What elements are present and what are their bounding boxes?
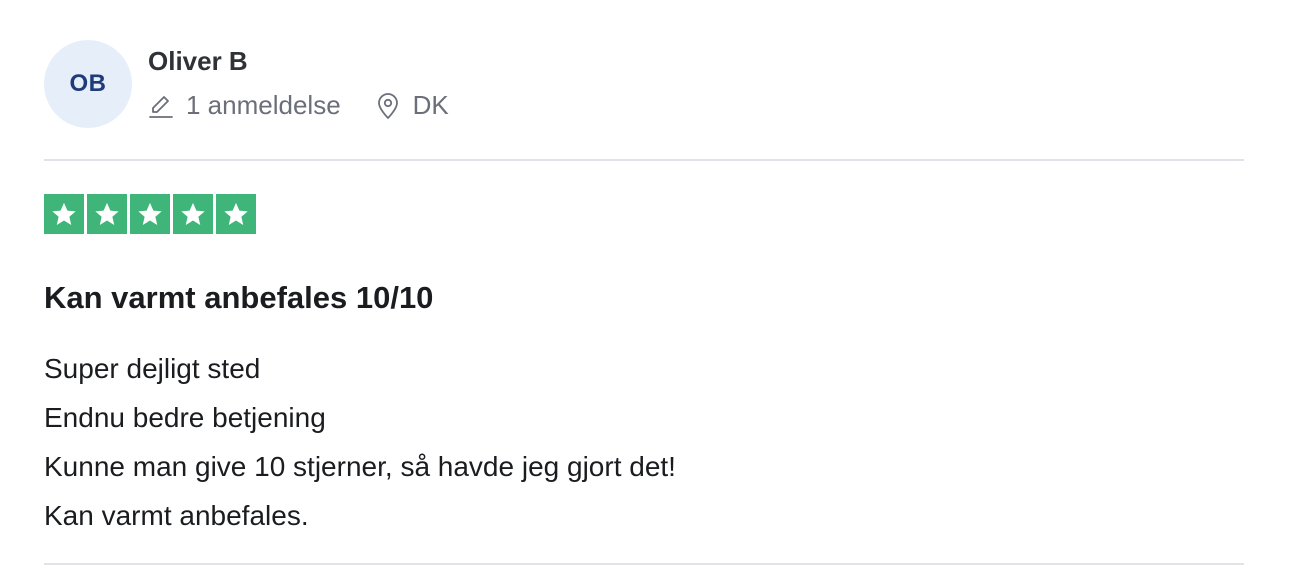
country-code: DK [412,90,449,120]
star-icon [173,194,213,234]
review-title[interactable]: Kan varmt anbefales 10/10 [44,280,433,316]
star-icon [216,194,256,234]
reviewer-meta: 1 anmeldelse DK [148,90,449,121]
review-body-line: Kan varmt anbefales. [44,500,309,531]
star-icon [87,194,127,234]
review-body-line: Endnu bedre betjening [44,402,326,433]
reviewer-location: DK [375,90,449,121]
location-pin-icon [377,92,398,119]
avatar[interactable]: OB [44,40,132,128]
review-body-line: Kunne man give 10 stjerner, så havde jeg… [44,451,676,482]
star-rating [44,194,256,234]
review-count-label: 1 anmeldelse [186,90,341,120]
review-body: Super dejligt sted Endnu bedre betjening K… [44,344,676,540]
avatar-initials: OB [69,70,107,97]
divider [44,563,1244,565]
review-body-line: Super dejligt sted [44,353,261,384]
star-icon [130,194,170,234]
pencil-icon [149,95,173,118]
star-icon [44,194,84,234]
divider [44,159,1244,161]
reviewer-name[interactable]: Oliver B [148,46,248,77]
review-count: 1 anmeldelse [148,90,341,121]
